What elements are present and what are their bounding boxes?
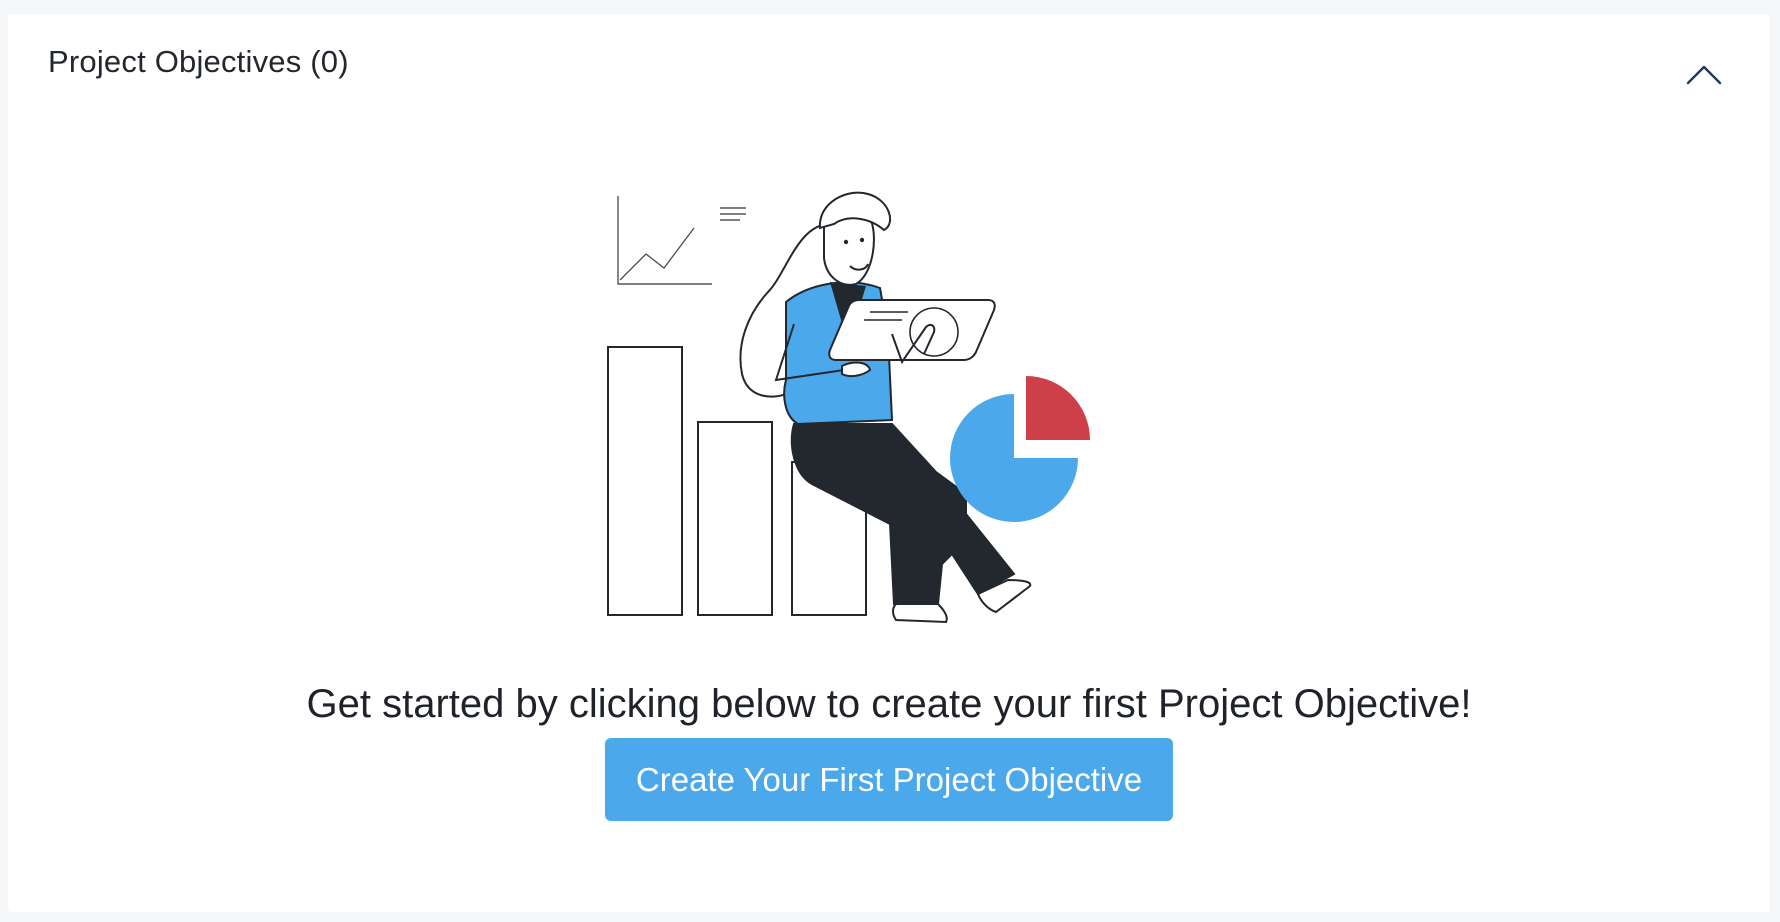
- chevron-up-icon: [1686, 65, 1722, 85]
- project-objectives-panel: Project Objectives (0) Get started by cl…: [8, 14, 1770, 912]
- pie-chart-graphic: [950, 376, 1090, 522]
- collapse-toggle-button[interactable]: [1682, 56, 1726, 92]
- shoe-left: [892, 603, 948, 624]
- panel-title: Project Objectives (0): [48, 44, 349, 79]
- person-with-charts-illustration: [607, 191, 1090, 624]
- create-first-objective-button[interactable]: Create Your First Project Objective: [605, 738, 1173, 821]
- panel-header: Project Objectives (0): [8, 14, 1770, 114]
- line-chart-graphic: [617, 196, 746, 285]
- empty-state-message: Get started by clicking below to create …: [306, 682, 1472, 726]
- tablet: [828, 299, 996, 361]
